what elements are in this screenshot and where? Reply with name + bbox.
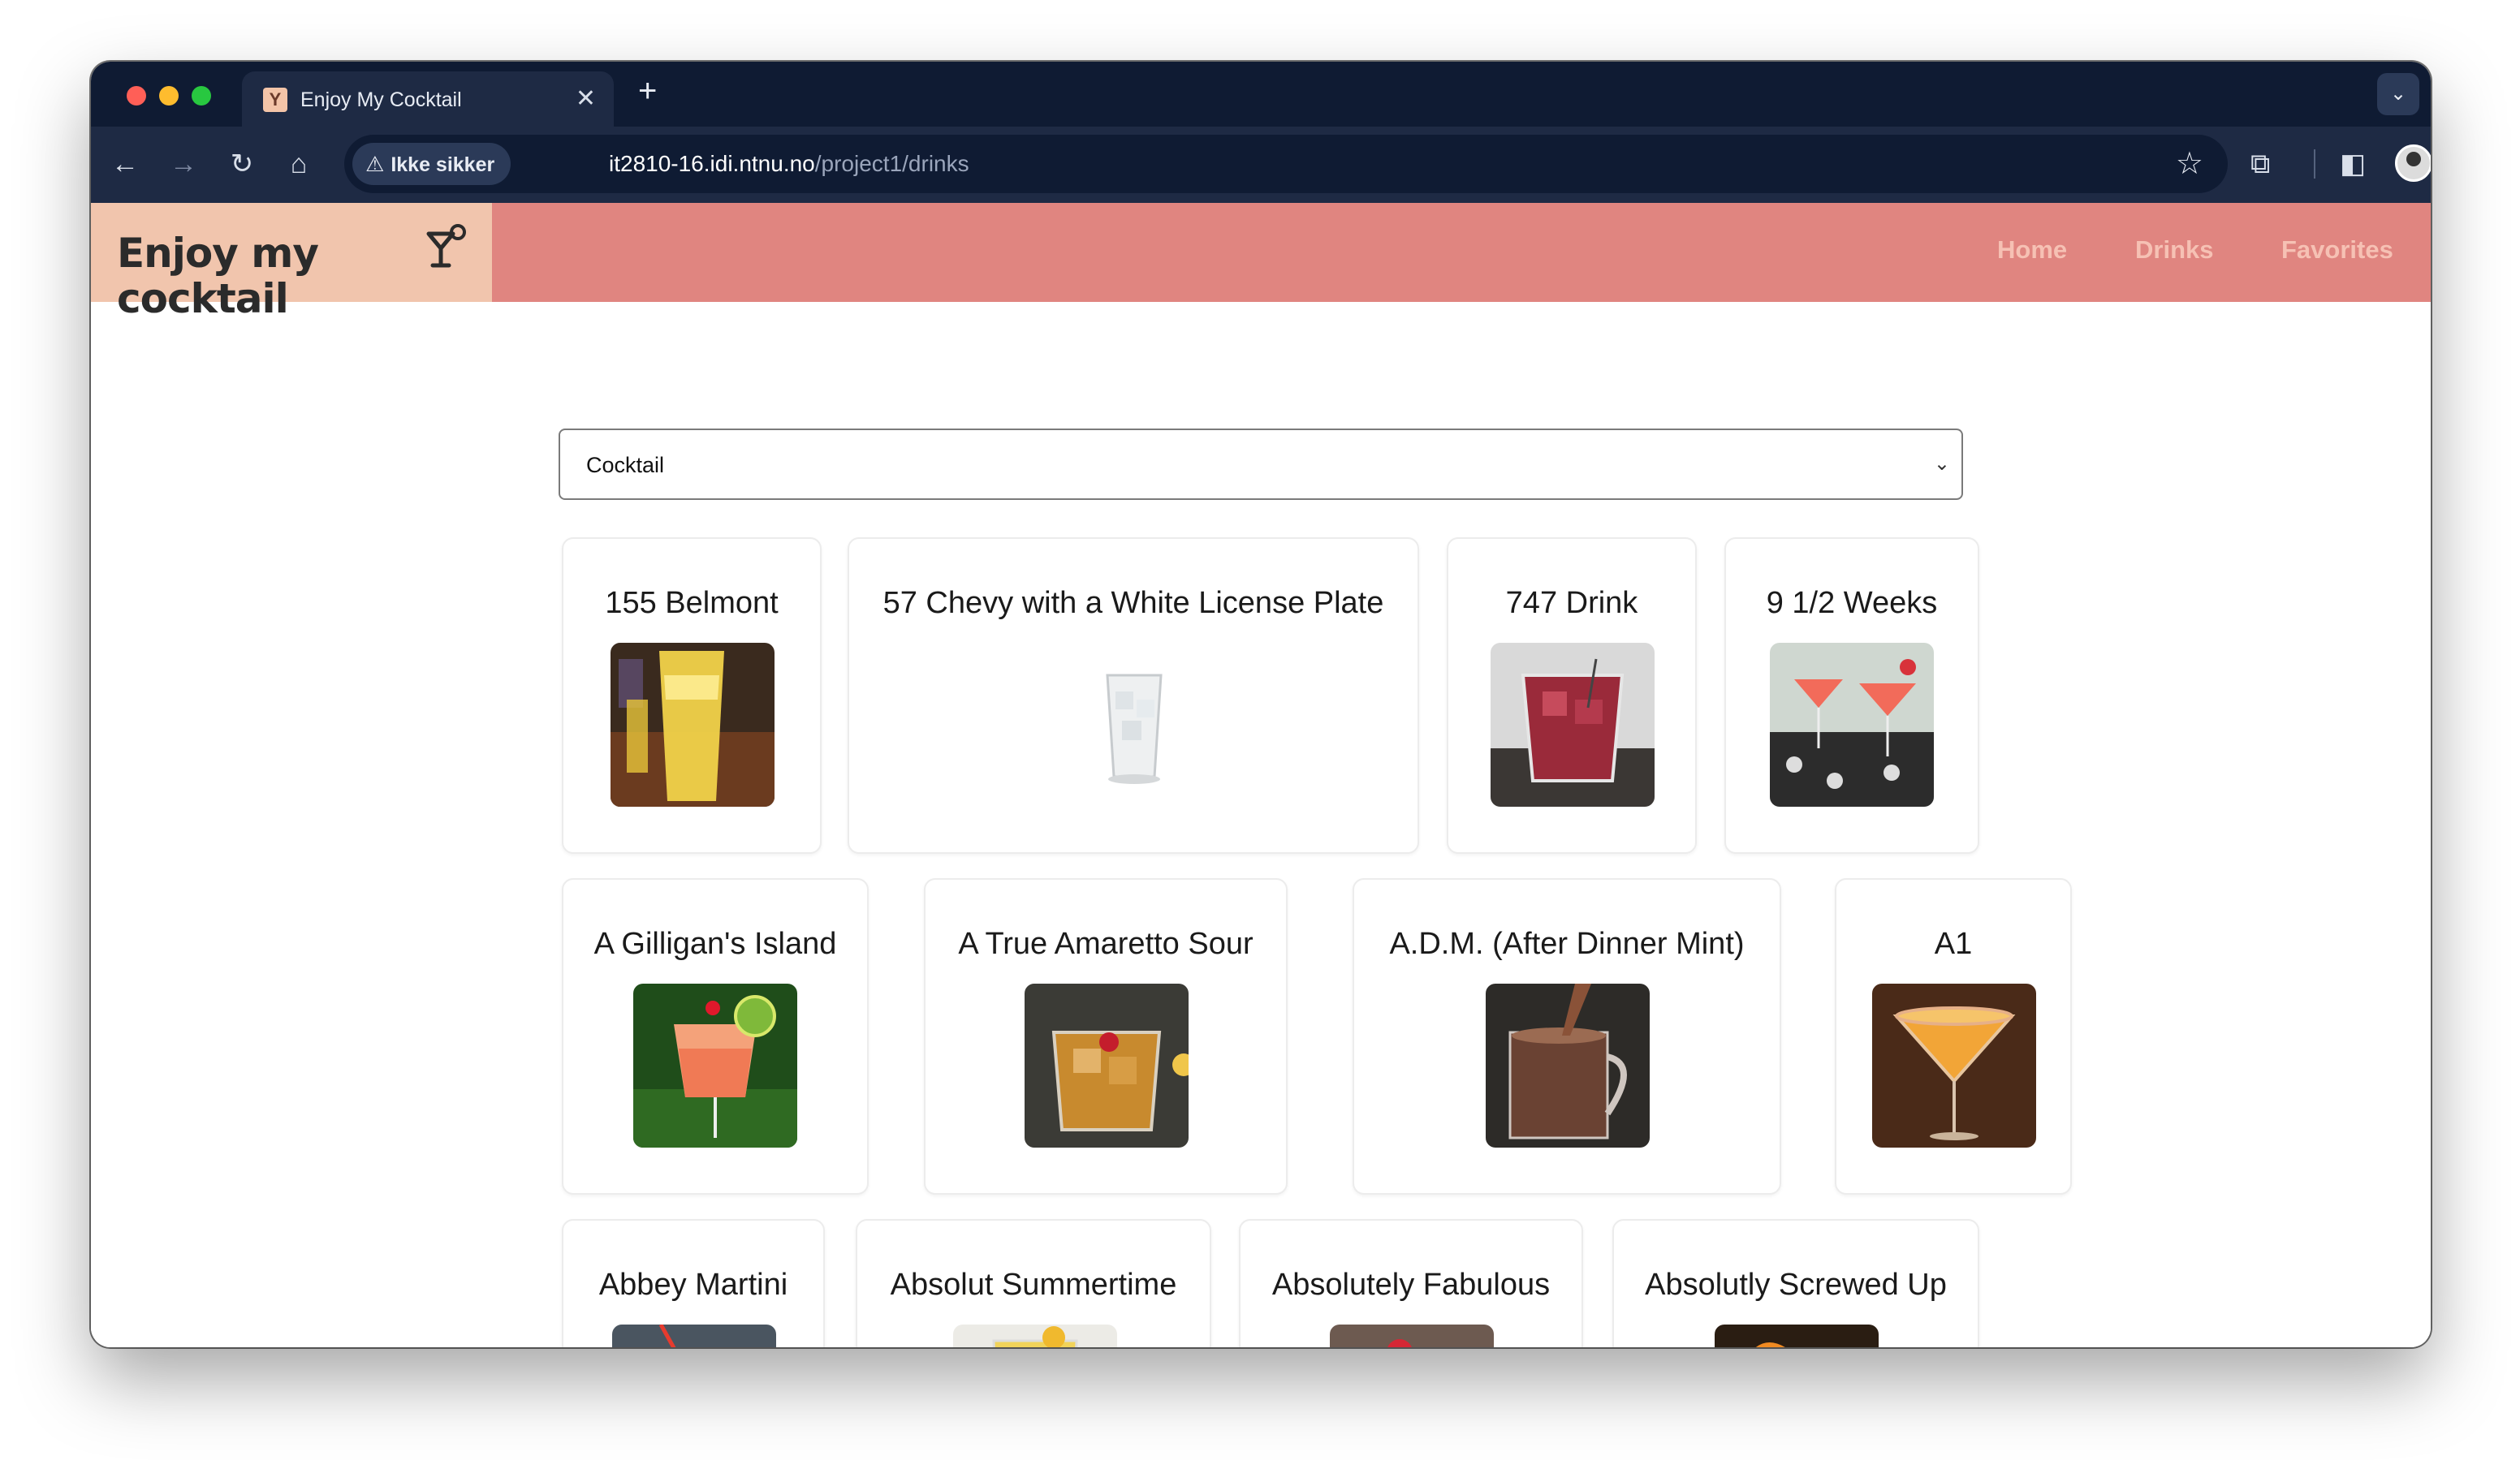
drink-name: A1 — [1934, 927, 1973, 961]
home-icon[interactable]: ⌂ — [281, 146, 317, 182]
drink-name: 57 Chevy with a White License Plate — [882, 586, 1384, 620]
site-brand[interactable]: Enjoy my cocktail — [91, 203, 492, 321]
drink-name: 155 Belmont — [605, 586, 779, 620]
drink-image — [1770, 643, 1934, 807]
drink-image — [1486, 984, 1650, 1148]
category-select[interactable]: Cocktail ⌄ — [559, 429, 1963, 500]
chevron-down-icon: ⌄ — [1933, 453, 1950, 475]
drink-image — [633, 984, 797, 1148]
url-path: /project1/drinks — [814, 151, 969, 176]
drink-card[interactable]: A.D.M. (After Dinner Mint) — [1353, 878, 1781, 1195]
reload-icon[interactable]: ↻ — [224, 146, 260, 182]
drink-card[interactable]: 57 Chevy with a White License Plate — [848, 537, 1419, 854]
tab-bar: Y Enjoy My Cocktail ✕ + ⌄ — [91, 62, 2431, 127]
security-indicator[interactable]: ⚠ Ikke sikker — [352, 143, 511, 185]
drink-card[interactable]: 155 Belmont — [562, 537, 822, 854]
drink-image — [1330, 1325, 1494, 1347]
bookmark-star-icon[interactable]: ☆ — [2176, 146, 2203, 182]
site-header: Enjoy my cocktail Home Drinks Favorites — [91, 203, 2431, 321]
drink-card[interactable]: Absolutly Screwed Up — [1612, 1219, 1979, 1347]
address-bar[interactable]: ⚠ Ikke sikker it2810-16.idi.ntnu.no/proje… — [344, 135, 2228, 193]
drink-card[interactable]: A1 — [1835, 878, 2072, 1195]
security-label: Ikke sikker — [391, 153, 495, 176]
drink-card[interactable]: Absolutely Fabulous — [1239, 1219, 1583, 1347]
drink-card[interactable]: A True Amaretto Sour — [924, 878, 1288, 1195]
drink-image — [611, 643, 775, 807]
drink-name: A Gilligan's Island — [593, 927, 837, 961]
profile-avatar[interactable] — [2395, 144, 2431, 182]
drink-card[interactable]: Absolut Summertime — [856, 1219, 1211, 1347]
nav-home-link[interactable]: Home — [1997, 235, 2067, 265]
side-panel-icon[interactable]: ◧ — [2340, 144, 2366, 183]
browser-tab[interactable]: Y Enjoy My Cocktail ✕ — [242, 71, 614, 127]
drink-name: Absolut Summertime — [890, 1268, 1177, 1302]
drink-name: A True Amaretto Sour — [958, 927, 1254, 961]
browser-window: Y Enjoy My Cocktail ✕ + ⌄ ← → ↻ ⌂ ⚠ Ikke … — [91, 62, 2431, 1347]
nav-favorites-link[interactable]: Favorites — [2281, 235, 2393, 265]
page-content: Enjoy my cocktail Home Drinks Favorites … — [91, 203, 2431, 1347]
drink-name: Absolutly Screwed Up — [1645, 1268, 1947, 1302]
drink-name: Absolutely Fabulous — [1271, 1268, 1551, 1302]
drink-image — [1491, 643, 1655, 807]
drink-name: 747 Drink — [1505, 586, 1638, 620]
drink-image — [612, 1325, 776, 1347]
warning-triangle-icon: ⚠ — [365, 152, 385, 176]
drink-image — [1872, 984, 2036, 1148]
new-tab-button[interactable]: + — [638, 75, 657, 107]
nav-drinks-link[interactable]: Drinks — [2135, 235, 2213, 265]
forward-arrow-icon[interactable]: → — [166, 146, 201, 182]
cocktail-favicon-icon: Y — [263, 88, 287, 112]
drink-card[interactable]: 747 Drink — [1447, 537, 1697, 854]
drink-name: Abbey Martini — [598, 1268, 788, 1302]
drink-name: A.D.M. (After Dinner Mint) — [1389, 927, 1745, 961]
close-window-button[interactable] — [127, 86, 146, 106]
drink-card[interactable]: 9 1/2 Weeks — [1724, 537, 1979, 854]
drink-image — [1052, 643, 1216, 807]
toolbar-divider — [2314, 149, 2315, 179]
back-arrow-icon[interactable]: ← — [107, 146, 143, 182]
drink-name: 9 1/2 Weeks — [1766, 586, 1938, 620]
browser-toolbar: ← → ↻ ⌂ ⚠ Ikke sikker it2810-16.idi.ntnu.… — [91, 127, 2431, 203]
tab-title: Enjoy My Cocktail — [300, 88, 462, 111]
minimize-window-button[interactable] — [159, 86, 179, 106]
extensions-puzzle-icon[interactable]: ⧉ — [2250, 144, 2270, 183]
drink-image — [1715, 1325, 1879, 1347]
category-select-value: Cocktail — [586, 453, 665, 477]
drink-card[interactable]: A Gilligan's Island — [562, 878, 869, 1195]
cocktail-glass-icon — [426, 224, 466, 268]
drink-image — [953, 1325, 1117, 1347]
maximize-window-button[interactable] — [192, 86, 211, 106]
drink-card[interactable]: Abbey Martini — [562, 1219, 825, 1347]
tab-search-dropdown-icon[interactable]: ⌄ — [2377, 73, 2419, 115]
drink-image — [1025, 984, 1189, 1148]
url-text[interactable]: it2810-16.idi.ntnu.no/project1/drinks — [609, 149, 969, 179]
close-tab-icon[interactable]: ✕ — [576, 84, 596, 114]
url-host: it2810-16.idi.ntnu.no — [609, 151, 815, 176]
